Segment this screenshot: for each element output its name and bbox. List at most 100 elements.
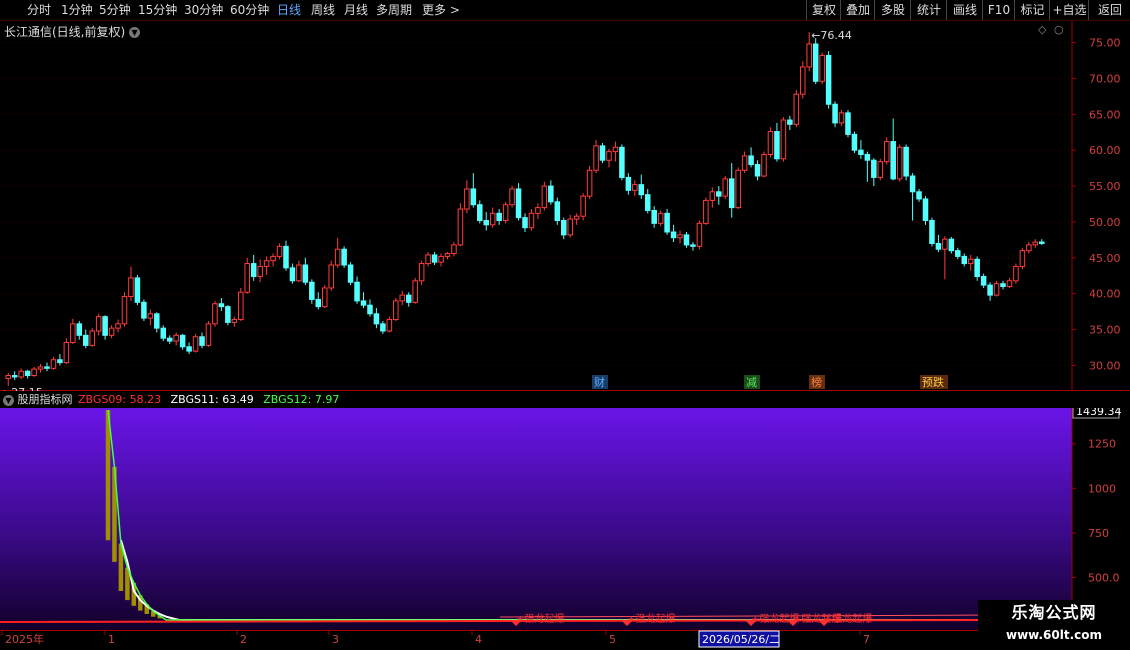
period-tab-2[interactable]: 5分钟	[99, 1, 131, 19]
candle-body	[464, 188, 470, 210]
event-tag: 榜	[811, 375, 822, 389]
candle-body	[567, 218, 573, 236]
candle-body	[748, 155, 754, 166]
candle-body	[502, 204, 509, 222]
candle-body	[560, 220, 567, 236]
candle-body	[405, 294, 412, 303]
candle-body	[451, 244, 457, 255]
candle-body	[82, 334, 89, 346]
candle-body	[373, 313, 380, 325]
candle-body	[496, 212, 502, 222]
date-label: 5	[609, 633, 616, 646]
candle-body	[50, 359, 57, 369]
candle-body	[819, 54, 825, 82]
candle-body	[787, 119, 793, 125]
candle-body	[11, 375, 18, 378]
candle-body	[522, 217, 528, 229]
candle-body	[838, 112, 845, 124]
candle-body	[767, 131, 774, 155]
candle-body	[980, 275, 987, 286]
candle-body	[354, 281, 360, 302]
candle-body	[909, 175, 916, 193]
axis-current-value: 1439.34	[1076, 408, 1122, 418]
period-tab-7[interactable]: 周线	[311, 1, 335, 19]
date-label: 7	[863, 633, 870, 646]
toolbar-button-3[interactable]: 统计	[910, 0, 947, 20]
toolbar-button-4[interactable]: 画线	[946, 0, 983, 20]
watermark-url: www.60lt.com	[1005, 628, 1103, 642]
candle-body	[728, 178, 735, 209]
diamond-icon[interactable]: ◇	[1038, 23, 1046, 36]
candle-body	[664, 212, 670, 233]
stock-title[interactable]: 长江通信(日线,前复权) ▼	[4, 23, 141, 40]
candle-body	[800, 66, 806, 95]
candle-body	[199, 336, 205, 346]
signal-label: +强龙起爆	[516, 612, 564, 625]
indicator-name[interactable]: 股朋指标网	[18, 393, 73, 406]
period-tab-5[interactable]: 60分钟	[230, 1, 269, 19]
candle-body	[554, 201, 561, 222]
candle-body	[877, 161, 884, 178]
candle-body	[1019, 250, 1026, 267]
chevron-down-icon[interactable]: ▼	[3, 394, 14, 406]
candle-body	[515, 188, 522, 219]
date-label: 2	[240, 633, 247, 646]
period-tab-3[interactable]: 15分钟	[138, 1, 177, 19]
candle-body	[670, 231, 677, 239]
toolbar-button-0[interactable]: 复权	[806, 0, 841, 20]
chevron-down-icon[interactable]: ▼	[129, 27, 141, 38]
candle-body	[961, 255, 968, 265]
candle-body	[916, 191, 922, 200]
toolbar-button-6[interactable]: 标记	[1014, 0, 1050, 20]
candle-body	[548, 185, 554, 203]
period-tab-4[interactable]: 30分钟	[184, 1, 223, 19]
signal-label: +强龙起爆	[627, 612, 675, 625]
indicator-chart[interactable]: 1439.3412501000750500.0+强龙起爆 +强龙起爆 +强龙起爆+强…	[0, 408, 1130, 630]
candle-body	[470, 188, 477, 206]
candle-body	[393, 300, 399, 321]
period-tab-10[interactable]: 更多 >	[422, 1, 460, 19]
event-tag: 预跌	[922, 375, 944, 389]
candle-body	[128, 277, 134, 298]
period-tab-1[interactable]: 1分钟	[61, 1, 93, 19]
candle-body	[599, 145, 606, 161]
candle-body	[76, 323, 83, 336]
period-toolbar: 分时 1分钟 5分钟 15分钟 30分钟 60分钟 日线 周线 月线 多周期 更多 > 复权 叠加 多股统…	[0, 0, 1130, 21]
toolbar-button-1[interactable]: 叠加	[840, 0, 875, 20]
candle-body	[263, 260, 270, 267]
signal-label: +强龙起爆	[824, 612, 872, 625]
candle-body	[347, 264, 354, 283]
candle-body	[212, 303, 218, 325]
price-tick-label: 65.00	[1089, 108, 1121, 121]
candle-body	[735, 169, 741, 209]
date-label: 1	[108, 633, 115, 646]
price-tick-label: 35.00	[1089, 324, 1121, 337]
candle-body	[44, 366, 50, 369]
period-tab-0[interactable]: 分时	[27, 1, 51, 19]
candle-body	[166, 337, 173, 342]
candle-body	[380, 323, 386, 332]
candle-body	[386, 319, 393, 332]
period-tab-8[interactable]: 月线	[344, 1, 368, 19]
toolbar-button-7[interactable]: +自选	[1049, 0, 1089, 20]
period-tab-6[interactable]: 日线	[277, 1, 301, 19]
candle-body	[922, 198, 929, 222]
toolbar-button-5[interactable]: F10	[982, 0, 1015, 20]
indicator-tick-label: 500.0	[1088, 571, 1120, 584]
toolbar-button-2[interactable]: 多股	[874, 0, 911, 20]
period-tab-9[interactable]: 多周期	[376, 1, 412, 19]
price-chart[interactable]: 75.00 70.00 65.00 60.00 55.00 50.00 45.00 40.00…	[0, 21, 1130, 391]
candle-body	[141, 301, 147, 319]
candle-body	[244, 263, 250, 293]
candle-body	[586, 169, 593, 197]
candle-body	[57, 359, 63, 364]
candle-body	[619, 146, 625, 178]
candle-body	[593, 145, 599, 171]
candle-body	[709, 191, 716, 201]
candle-body	[929, 220, 935, 244]
date-label: 3	[332, 633, 339, 646]
event-tag: 财	[594, 375, 605, 389]
gear-icon[interactable]: ○	[1054, 23, 1064, 36]
candle-body	[321, 287, 328, 308]
toolbar-button-8[interactable]: 返回	[1088, 0, 1130, 20]
